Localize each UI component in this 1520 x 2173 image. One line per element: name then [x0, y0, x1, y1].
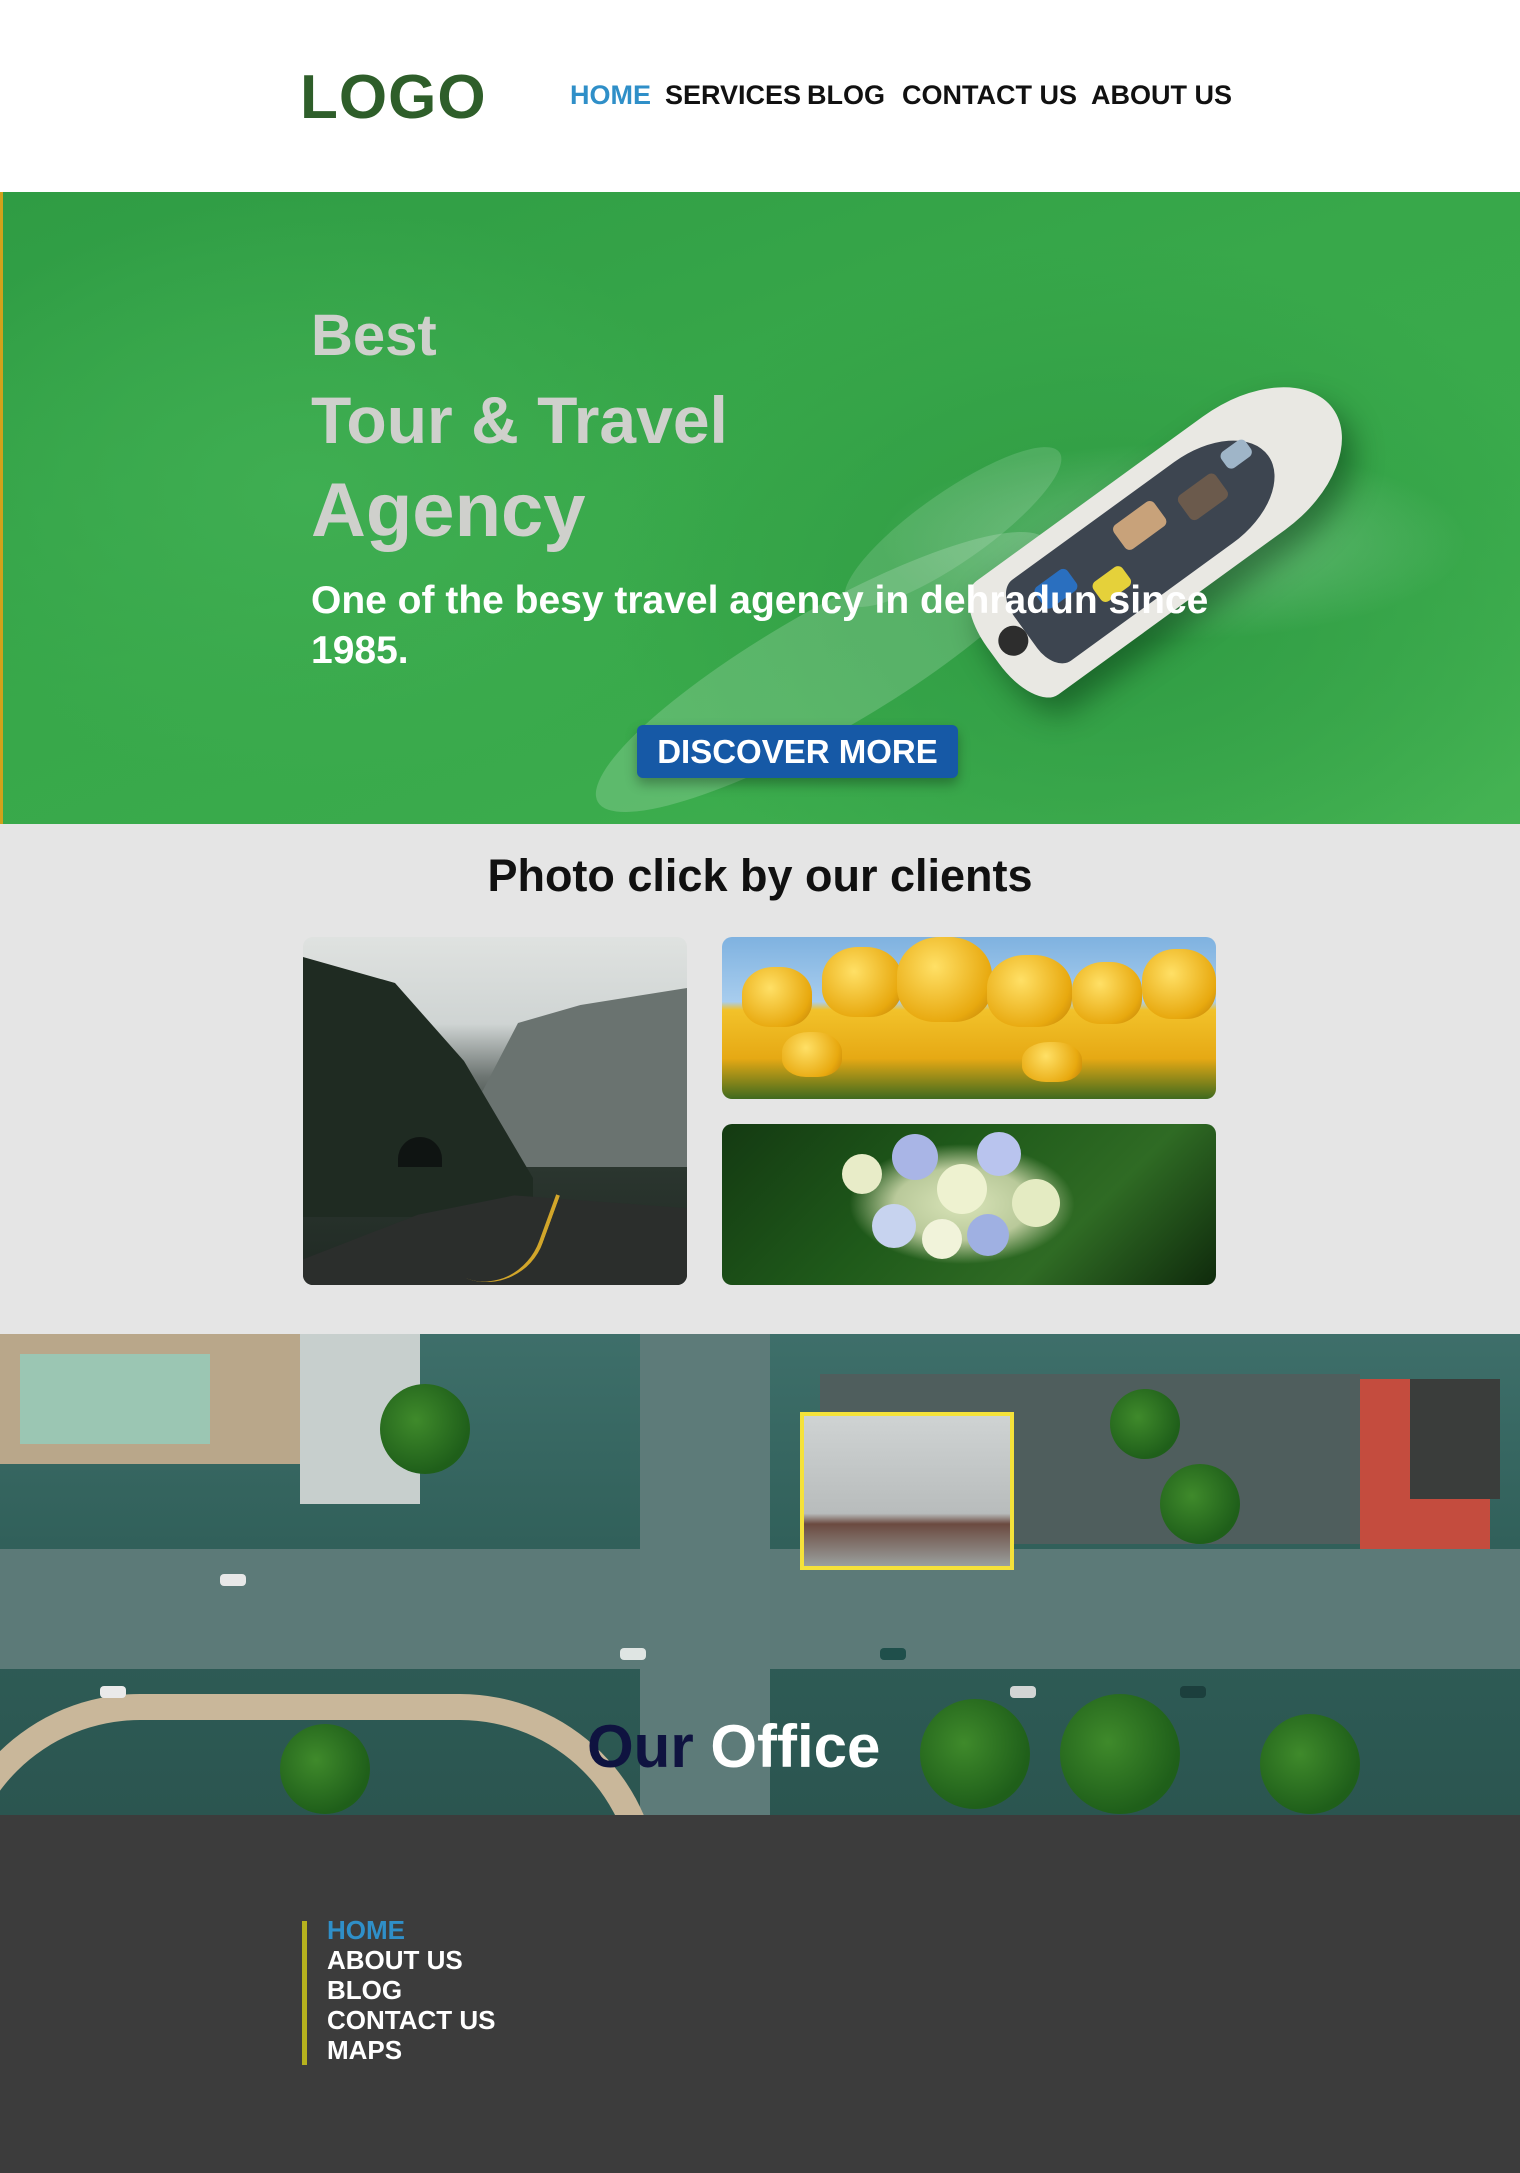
- nav-item-contact-us[interactable]: CONTACT US: [902, 80, 1077, 111]
- curved-road: [0, 1694, 660, 1815]
- footer-link-about-us[interactable]: ABOUT US: [327, 1945, 496, 1975]
- site-footer: HOME ABOUT US BLOG CONTACT US MAPS: [0, 1815, 1520, 2173]
- nav-item-services[interactable]: SERVICES: [665, 80, 801, 111]
- car: [220, 1574, 246, 1586]
- tree: [1060, 1694, 1180, 1814]
- office-section: Our Office: [0, 1334, 1520, 1815]
- hero-title-line-1: Best: [311, 303, 437, 368]
- footer-link-blog[interactable]: BLOG: [327, 1975, 496, 2005]
- hero-title-line-2: Tour & Travel: [311, 383, 728, 457]
- yellow-tulips-photo[interactable]: [722, 937, 1216, 1099]
- office-title-word-1: Our: [587, 1713, 694, 1780]
- footer-accent-bar: [302, 1921, 307, 2065]
- office-title-word-2: Office: [710, 1713, 881, 1780]
- building-roof: [1410, 1379, 1500, 1499]
- tree: [920, 1699, 1030, 1809]
- discover-more-button[interactable]: DISCOVER MORE: [637, 725, 958, 778]
- logo[interactable]: LOGO: [300, 62, 487, 133]
- tree: [1260, 1714, 1360, 1814]
- car: [620, 1648, 646, 1660]
- car: [1180, 1686, 1206, 1698]
- car: [100, 1686, 126, 1698]
- office-title: Our Office: [587, 1712, 880, 1781]
- car: [1010, 1686, 1036, 1698]
- tree: [380, 1384, 470, 1474]
- footer-link-maps[interactable]: MAPS: [327, 2035, 496, 2065]
- tree: [1160, 1464, 1240, 1544]
- gallery-title: Photo click by our clients: [487, 850, 1033, 901]
- tree: [1110, 1389, 1180, 1459]
- site-header: LOGO HOME SERVICES BLOG CONTACT US ABOUT…: [0, 0, 1520, 192]
- nav-item-about-us[interactable]: ABOUT US: [1091, 80, 1232, 111]
- footer-link-home[interactable]: HOME: [327, 1915, 496, 1945]
- car: [880, 1648, 906, 1660]
- hydrangea-flowers-photo[interactable]: [722, 1124, 1216, 1285]
- footer-link-contact-us[interactable]: CONTACT US: [327, 2005, 496, 2035]
- office-location-marker: [800, 1412, 1014, 1570]
- nav-item-blog[interactable]: BLOG: [807, 80, 885, 111]
- nav-item-home[interactable]: HOME: [570, 80, 651, 111]
- hero-title-line-3: Agency: [311, 468, 586, 553]
- hero-banner: Best Tour & Travel Agency One of the bes…: [0, 192, 1520, 824]
- mountain-road-photo[interactable]: [303, 937, 687, 1285]
- client-photos-section: Photo click by our clients: [0, 824, 1520, 1334]
- footer-nav: HOME ABOUT US BLOG CONTACT US MAPS: [327, 1915, 496, 2065]
- building-roof: [20, 1354, 210, 1444]
- hero-subtitle: One of the besy travel agency in dehradu…: [311, 579, 1209, 672]
